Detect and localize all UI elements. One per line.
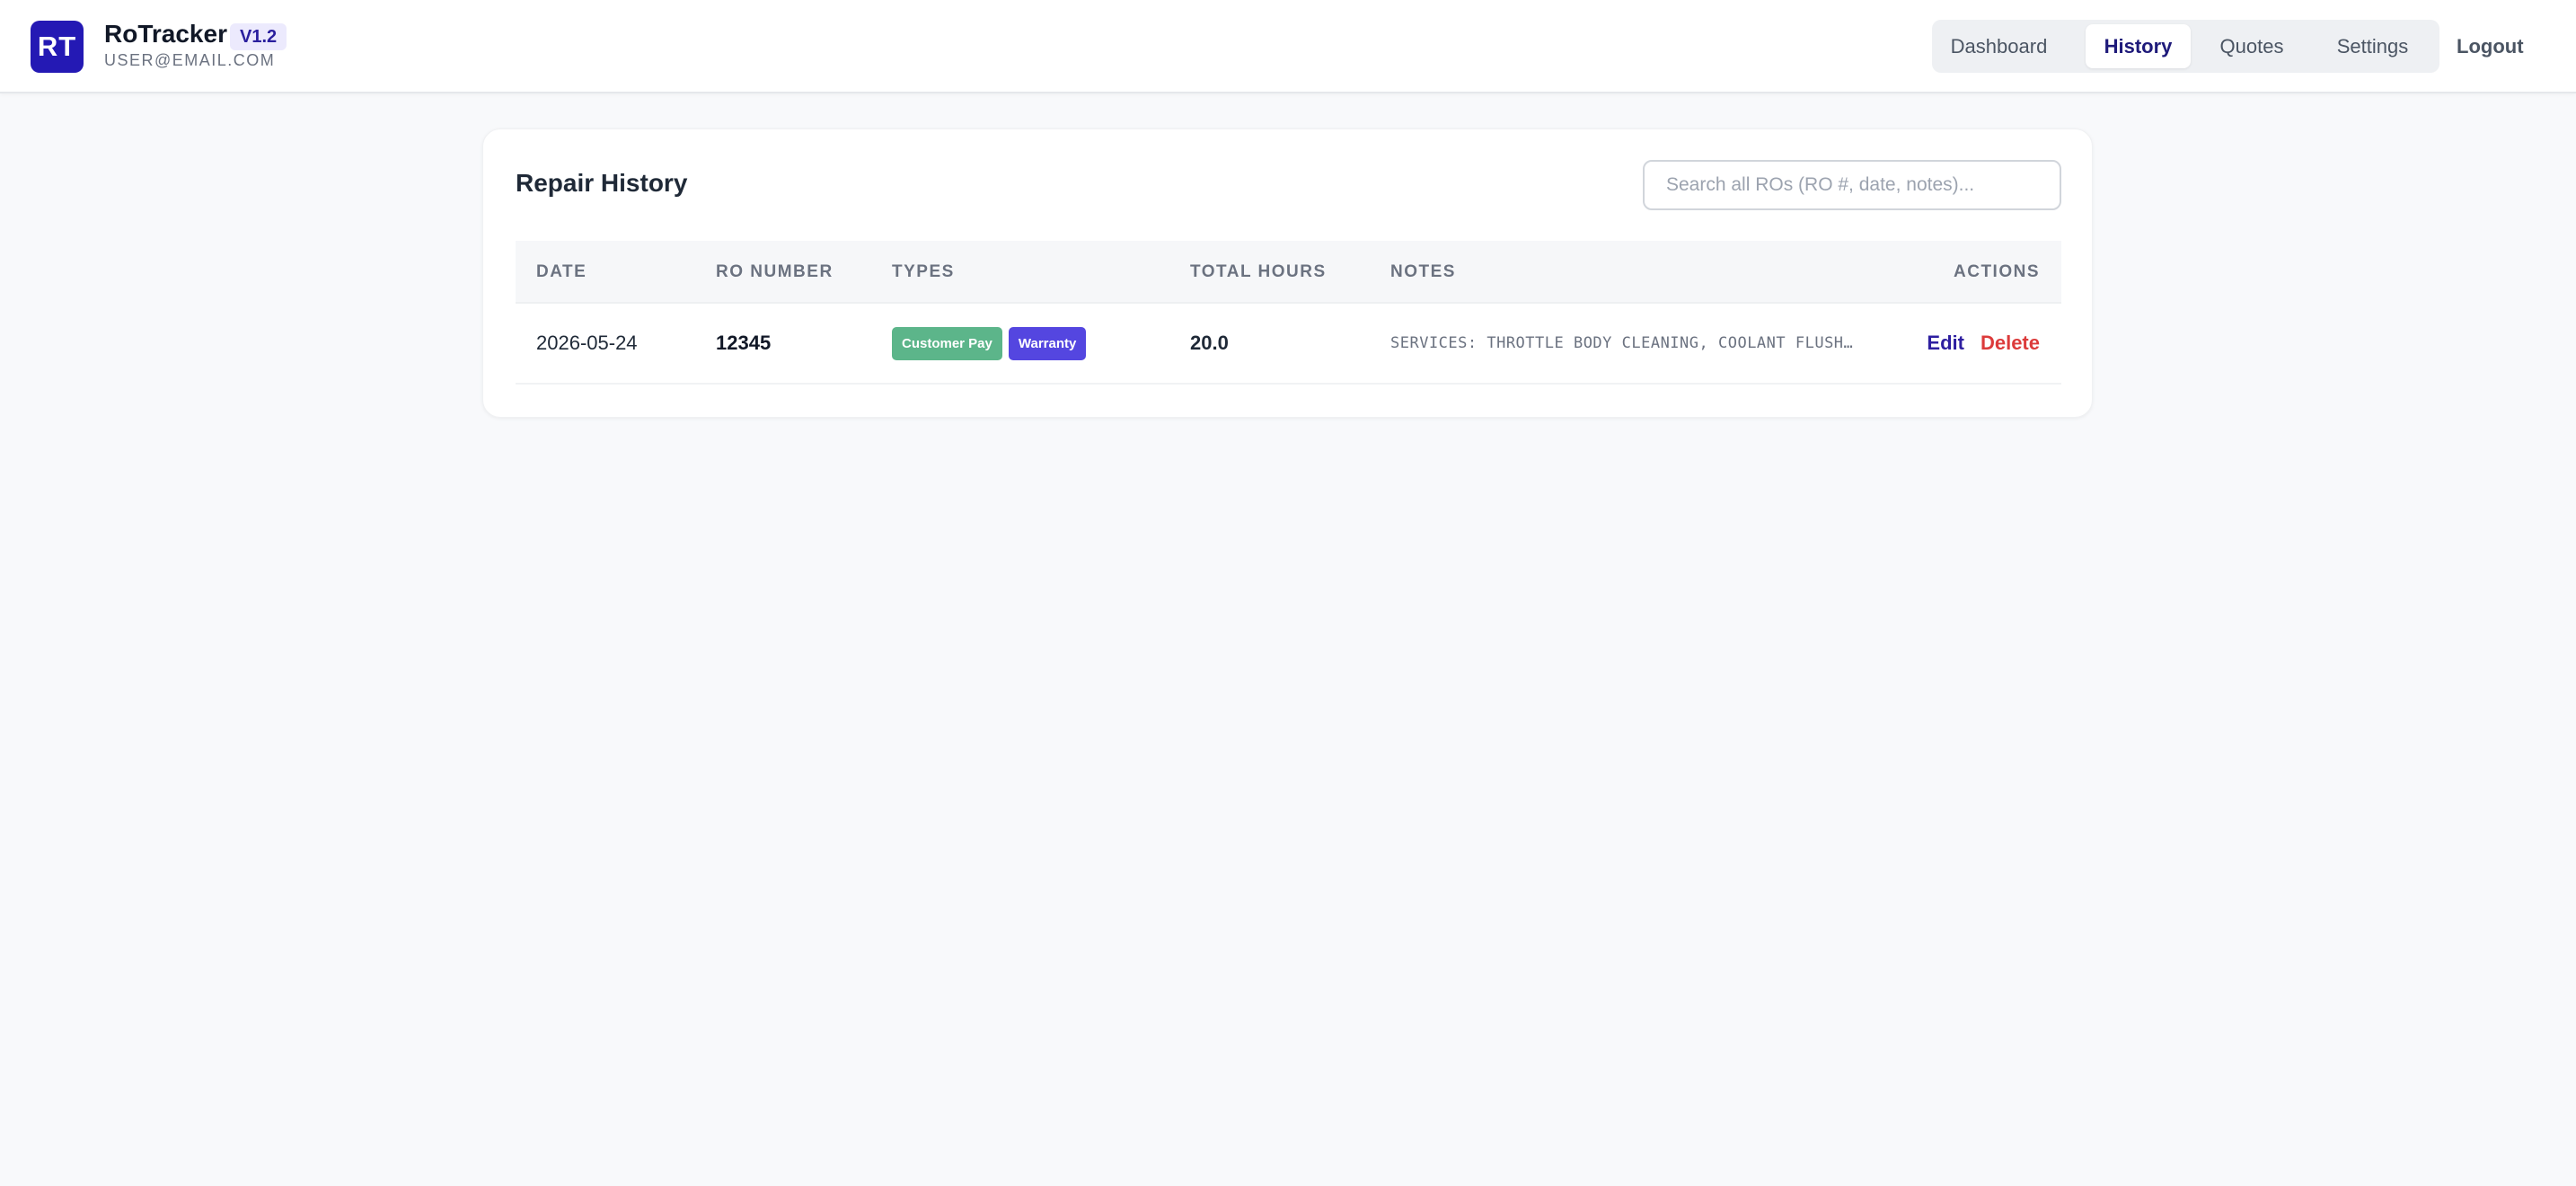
app-header: RT RoTracker V1.2 USER@EMAIL.COM Dashboa…: [0, 0, 2576, 93]
column-header-date: DATE: [536, 262, 587, 281]
repair-history-card: Repair History DATE RO NUMBER TYPES TOTA…: [482, 128, 2093, 418]
type-badge-warranty: Warranty: [1008, 326, 1087, 360]
nav-tab-dashboard[interactable]: Dashboard: [1937, 24, 2060, 68]
page-title: Repair History: [516, 169, 688, 197]
user-email: USER@EMAIL.COM: [104, 51, 276, 69]
column-header-types: TYPES: [892, 262, 955, 281]
row-actions: Edit Delete: [1927, 304, 2040, 383]
row-types: Customer Pay Warranty: [892, 304, 1087, 383]
search-input[interactable]: [1643, 160, 2061, 210]
nav-tab-history[interactable]: History: [2086, 24, 2191, 68]
row-ro-number: 12345: [716, 332, 772, 354]
column-header-ro-number: RO NUMBER: [716, 262, 834, 281]
row-notes-text: SERVICES: THROTTLE BODY CLEANING, COOLAN…: [1390, 334, 1854, 352]
column-header-notes: NOTES: [1390, 262, 1456, 281]
logout-button[interactable]: Logout: [2457, 30, 2524, 64]
column-header-total-hours: TOTAL HOURS: [1190, 262, 1327, 281]
app-logo: RT: [31, 21, 84, 73]
row-date: 2026-05-24: [536, 332, 638, 354]
table-row: 2026-05-24 12345 Customer Pay Warranty 2…: [516, 304, 2061, 385]
row-total-hours: 20.0: [1190, 332, 1229, 354]
row-notes: SERVICES: THROTTLE BODY CLEANING, COOLAN…: [1390, 304, 1857, 383]
nav-tab-quotes[interactable]: Quotes: [2198, 24, 2306, 68]
app-name: RoTracker: [104, 20, 227, 48]
table-header: DATE RO NUMBER TYPES TOTAL HOURS NOTES A…: [516, 241, 2061, 304]
delete-button[interactable]: Delete: [1981, 332, 2040, 355]
nav-tab-settings[interactable]: Settings: [2315, 24, 2430, 68]
edit-button[interactable]: Edit: [1927, 332, 1964, 355]
column-header-actions: ACTIONS: [1954, 262, 2040, 281]
main-nav: Dashboard History Quotes Settings: [1932, 20, 2439, 73]
type-badge-customer-pay: Customer Pay: [892, 326, 1002, 360]
version-badge: V1.2: [230, 23, 287, 50]
